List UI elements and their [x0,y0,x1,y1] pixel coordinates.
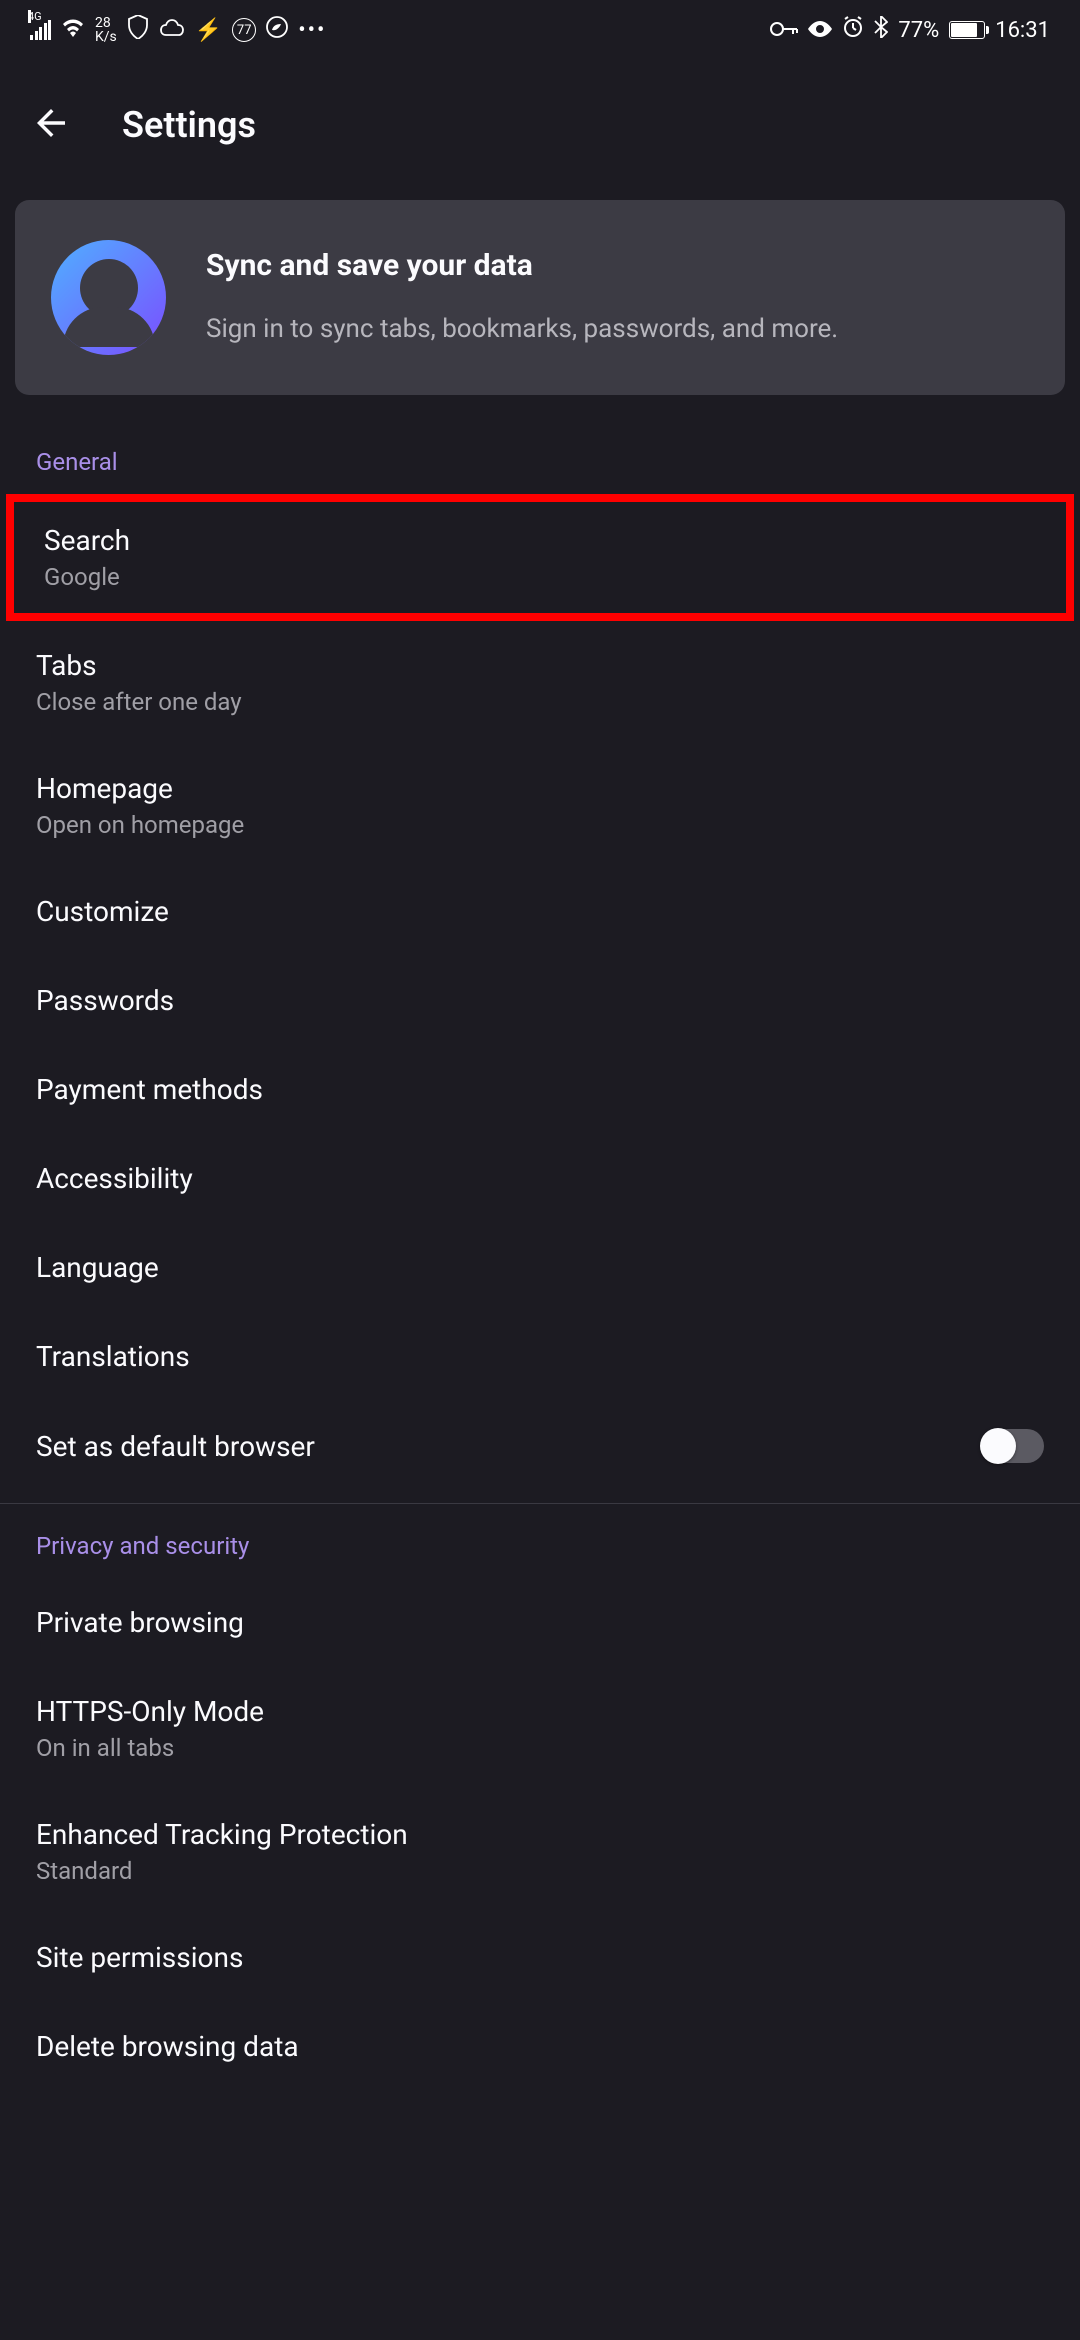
status-bar: 4G 28 K/s ⚡ 77 ••• [0,0,1080,60]
item-title: Payment methods [36,1073,263,1106]
shield-icon [127,15,149,45]
item-title: Search [44,524,130,557]
page-title: Settings [122,104,256,146]
number-icon: 77 [232,18,256,42]
settings-item-customize[interactable]: Customize [0,867,1080,956]
avatar-icon [51,240,166,355]
item-title: Translations [36,1340,190,1373]
item-title: HTTPS-Only Mode [36,1695,264,1728]
battery-icon [949,21,985,39]
settings-item-delete-data[interactable]: Delete browsing data [0,2002,1080,2091]
item-subtitle: Open on homepage [36,811,244,839]
default-browser-toggle[interactable] [982,1429,1044,1463]
status-right: 77% 16:31 [770,16,1050,44]
item-title: Site permissions [36,1941,243,1974]
clock-time: 16:31 [995,18,1050,43]
sync-text: Sync and save your data Sign in to sync … [206,248,838,347]
item-title: Delete browsing data [36,2030,299,2063]
leaf-icon [266,16,288,44]
settings-item-payment[interactable]: Payment methods [0,1045,1080,1134]
charge-icon: ⚡ [195,18,222,43]
settings-item-tracking[interactable]: Enhanced Tracking Protection Standard [0,1790,1080,1913]
settings-item-private-browsing[interactable]: Private browsing [0,1578,1080,1667]
item-title: Language [36,1251,159,1284]
settings-item-homepage[interactable]: Homepage Open on homepage [0,744,1080,867]
alarm-icon [842,16,864,44]
signal-icon: 4G [30,20,51,40]
sync-subtitle: Sign in to sync tabs, bookmarks, passwor… [206,311,838,347]
item-subtitle: On in all tabs [36,1734,264,1762]
sync-card[interactable]: Sync and save your data Sign in to sync … [15,200,1065,395]
eye-icon [808,18,832,43]
settings-item-search[interactable]: Search Google [14,502,1066,613]
item-title: Passwords [36,984,174,1017]
highlight-box: Search Google [6,494,1074,621]
wifi-icon [61,17,85,43]
settings-item-default-browser[interactable]: Set as default browser [0,1401,1080,1491]
settings-item-tabs[interactable]: Tabs Close after one day [0,621,1080,744]
settings-item-site-permissions[interactable]: Site permissions [0,1913,1080,2002]
section-header-general: General [0,420,1080,494]
settings-item-passwords[interactable]: Passwords [0,956,1080,1045]
bluetooth-icon [874,16,888,44]
item-title: Set as default browser [36,1430,315,1463]
item-title: Private browsing [36,1606,244,1639]
app-header: Settings [0,60,1080,190]
section-header-privacy: Privacy and security [0,1504,1080,1578]
status-left: 4G 28 K/s ⚡ 77 ••• [30,15,326,45]
cloud-icon [159,18,185,43]
more-icon: ••• [298,18,326,43]
item-subtitle: Close after one day [36,688,242,716]
item-subtitle: Google [44,563,130,591]
settings-item-translations[interactable]: Translations [0,1312,1080,1401]
key-icon [770,18,798,43]
network-speed: 28 K/s [95,16,117,44]
item-title: Homepage [36,772,244,805]
settings-item-https-only[interactable]: HTTPS-Only Mode On in all tabs [0,1667,1080,1790]
item-title: Tabs [36,649,242,682]
item-title: Customize [36,895,169,928]
settings-item-accessibility[interactable]: Accessibility [0,1134,1080,1223]
back-button[interactable] [30,102,72,148]
battery-percent: 77% [898,18,939,43]
settings-item-language[interactable]: Language [0,1223,1080,1312]
item-subtitle: Standard [36,1857,408,1885]
item-title: Enhanced Tracking Protection [36,1818,408,1851]
item-title: Accessibility [36,1162,193,1195]
sync-title: Sync and save your data [206,248,838,283]
